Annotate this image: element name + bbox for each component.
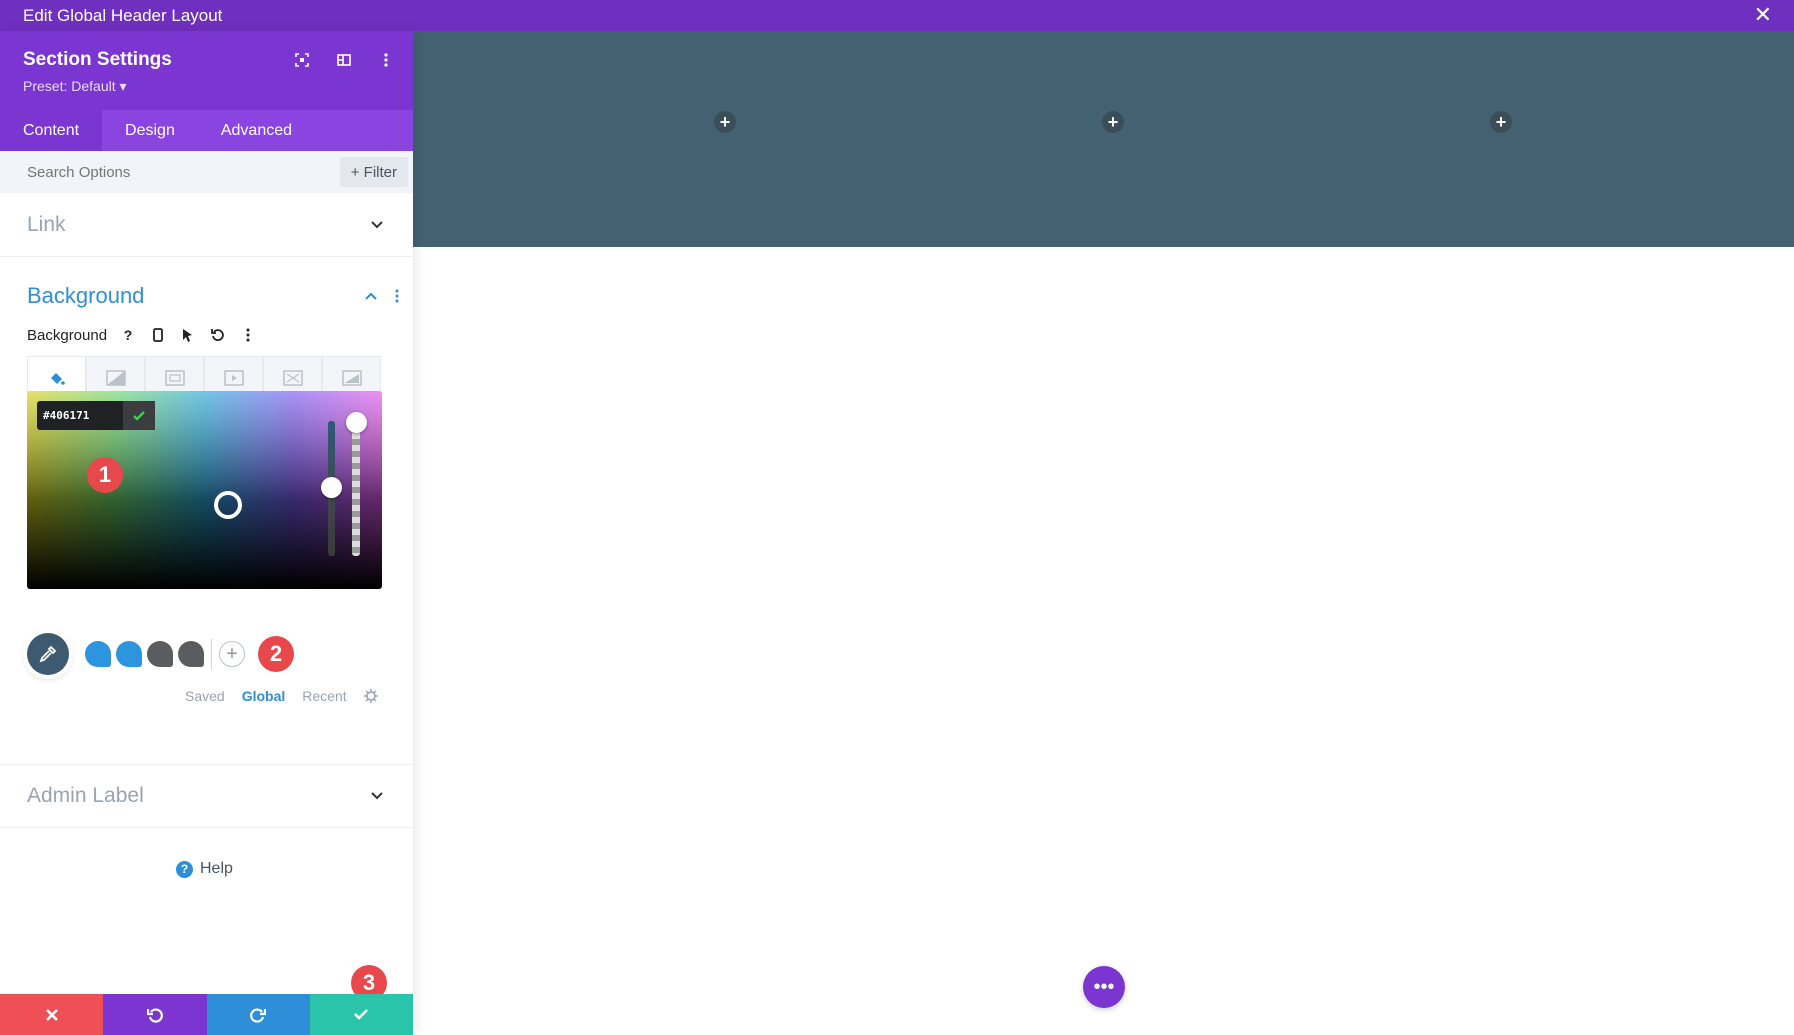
close-icon — [45, 1008, 58, 1021]
chevron-down-icon — [371, 220, 383, 228]
color-selector-handle[interactable] — [214, 491, 242, 519]
filter-button[interactable]: + Filter — [339, 157, 408, 187]
more-vertical-icon[interactable] — [395, 289, 399, 303]
save-button[interactable] — [309, 994, 413, 1035]
swatch-tab-saved[interactable]: Saved — [185, 688, 225, 704]
checkmark-icon — [133, 410, 145, 421]
admin-label-section-title: Admin Label — [27, 784, 144, 807]
hue-slider-handle[interactable] — [321, 477, 342, 498]
step-badge: 2 — [258, 636, 294, 672]
checkmark-icon — [354, 1009, 369, 1020]
opacity-slider-handle[interactable] — [346, 412, 367, 433]
fullscreen-icon[interactable] — [293, 51, 311, 69]
tab-advanced[interactable]: Advanced — [198, 110, 315, 151]
hex-input[interactable]: #406171 — [37, 401, 155, 430]
panel-header: Section Settings Preset: Default ▾ — [0, 31, 413, 110]
undo-button[interactable] — [103, 994, 207, 1035]
pattern-icon — [282, 369, 303, 386]
undo-icon — [146, 1007, 163, 1023]
paint-bucket-icon — [50, 372, 65, 385]
step-badge: 1 — [87, 457, 123, 493]
global-color-swatches: + — [85, 639, 245, 669]
color-picker-field[interactable]: #406171 — [27, 391, 382, 589]
help-label: Help — [200, 860, 233, 877]
add-module-icon[interactable]: + — [714, 111, 736, 133]
color-swatch[interactable] — [147, 641, 173, 667]
color-swatch[interactable] — [85, 641, 111, 667]
add-module-icon[interactable]: + — [1102, 111, 1124, 133]
mobile-icon[interactable] — [149, 326, 167, 344]
confirm-color-button[interactable] — [123, 401, 155, 430]
help-icon[interactable]: ? — [119, 326, 137, 344]
video-icon — [223, 369, 244, 386]
add-swatch-button[interactable]: + — [219, 641, 245, 667]
swatch-tab-global[interactable]: Global — [242, 688, 286, 704]
image-icon — [164, 369, 185, 386]
link-section-title: Link — [27, 212, 66, 236]
admin-label-section-toggle[interactable]: Admin Label — [0, 764, 413, 828]
tab-content[interactable]: Content — [0, 110, 103, 151]
window-title: Edit Global Header Layout — [23, 5, 223, 25]
color-swatch[interactable] — [116, 641, 142, 667]
background-section-header[interactable]: Background — [0, 257, 413, 309]
swatch-tabs: Saved Global Recent — [185, 688, 378, 704]
close-icon[interactable]: ✕ — [1754, 3, 1772, 27]
swatch-tab-recent[interactable]: Recent — [302, 688, 346, 704]
search-input[interactable] — [27, 163, 277, 181]
search-bar: + Filter — [0, 151, 413, 193]
hover-cursor-icon[interactable] — [179, 326, 197, 344]
add-module-icon[interactable]: + — [1490, 111, 1512, 133]
split-view-icon[interactable] — [335, 51, 353, 69]
header-section-preview[interactable]: + + + — [413, 31, 1794, 247]
more-options-button[interactable]: ••• — [1083, 966, 1125, 1008]
more-vertical-icon[interactable] — [239, 326, 257, 344]
hex-value: #406171 — [43, 409, 90, 422]
chevron-down-icon — [371, 792, 383, 800]
background-field-label: Background — [27, 326, 108, 344]
more-vertical-icon[interactable] — [377, 51, 395, 69]
window-title-bar: Edit Global Header Layout ✕ — [0, 0, 1794, 31]
opacity-slider[interactable] — [352, 421, 360, 556]
color-swatch[interactable] — [178, 641, 204, 667]
swatch-row: + — [27, 633, 245, 675]
link-section-toggle[interactable]: Link — [0, 193, 413, 257]
redo-icon — [250, 1007, 267, 1023]
eyedropper-button[interactable] — [27, 633, 69, 675]
help-link[interactable]: ? Help — [176, 860, 233, 878]
eyedropper-icon — [39, 645, 57, 663]
preset-selector[interactable]: Preset: Default ▾ — [23, 78, 413, 95]
swatch-divider — [211, 639, 212, 669]
redo-button[interactable] — [206, 994, 310, 1035]
gear-icon[interactable] — [363, 689, 378, 703]
chevron-up-icon[interactable] — [365, 292, 377, 300]
settings-tabs: Content Design Advanced — [0, 110, 413, 151]
mask-icon — [341, 369, 362, 386]
background-field-label-row: Background ? — [0, 309, 413, 344]
reset-icon[interactable] — [209, 326, 227, 344]
background-section-title: Background — [27, 283, 145, 308]
gradient-icon — [105, 369, 126, 386]
discard-button[interactable] — [0, 994, 104, 1035]
help-circle-icon: ? — [176, 860, 193, 878]
panel-action-bar — [0, 994, 413, 1035]
tab-design[interactable]: Design — [102, 110, 198, 151]
